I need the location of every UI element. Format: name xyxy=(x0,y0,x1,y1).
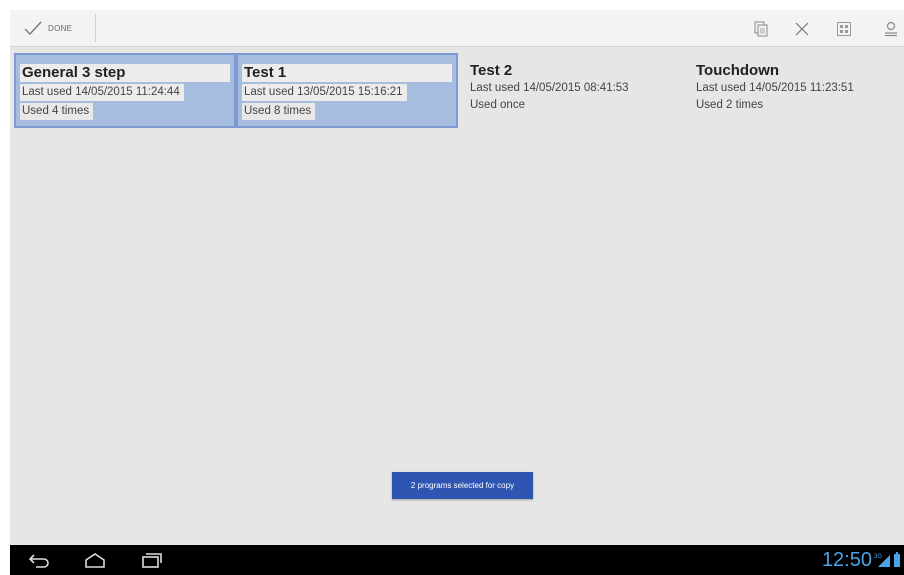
program-last-used: Last used 14/05/2015 11:24:44 xyxy=(20,84,184,101)
program-tile[interactable]: Test 1 Last used 13/05/2015 15:16:21 Use… xyxy=(236,53,458,128)
program-last-used: Last used 13/05/2015 15:16:21 xyxy=(242,84,407,101)
status-clock: 12:50 xyxy=(821,549,872,571)
program-name: Test 1 xyxy=(242,64,452,82)
app-screen: DONE General 3 step Last used 14/05/2015… xyxy=(10,10,904,575)
user-button[interactable] xyxy=(882,20,900,38)
select-all-button[interactable] xyxy=(835,20,853,38)
back-icon xyxy=(28,554,49,568)
home-icon xyxy=(85,553,105,568)
checkmark-icon xyxy=(24,21,42,35)
cancel-button[interactable] xyxy=(793,20,811,38)
done-label: DONE xyxy=(48,23,73,33)
program-usage: Used once xyxy=(470,99,525,111)
signal-battery-icon: 3G xyxy=(874,552,900,567)
recent-apps-icon xyxy=(142,553,162,568)
copy-button[interactable] xyxy=(752,20,770,38)
program-name: General 3 step xyxy=(20,64,230,82)
program-grid: General 3 step Last used 14/05/2015 11:2… xyxy=(14,53,904,129)
done-button[interactable]: DONE xyxy=(14,14,96,42)
program-tile[interactable]: Touchdown Last used 14/05/2015 11:23:51 … xyxy=(690,53,904,128)
network-type-label: 3G xyxy=(874,554,882,560)
program-last-used: Last used 14/05/2015 11:23:51 xyxy=(696,82,854,94)
program-tile[interactable]: General 3 step Last used 14/05/2015 11:2… xyxy=(14,53,236,128)
program-usage: Used 8 times xyxy=(242,103,316,120)
selection-toast: 2 programs selected for copy xyxy=(392,472,533,499)
copy-icon xyxy=(754,21,768,37)
program-usage: Used 4 times xyxy=(20,103,94,120)
close-icon xyxy=(795,22,809,36)
program-name: Test 2 xyxy=(470,62,513,79)
user-icon xyxy=(885,21,897,37)
home-button[interactable] xyxy=(80,549,110,571)
recent-apps-button[interactable] xyxy=(137,549,167,571)
program-tile[interactable]: Test 2 Last used 14/05/2015 08:41:53 Use… xyxy=(464,53,686,128)
program-last-used: Last used 14/05/2015 08:41:53 xyxy=(470,82,629,94)
program-name: Touchdown xyxy=(696,62,780,79)
grid-select-icon xyxy=(837,22,851,36)
program-usage: Used 2 times xyxy=(696,99,764,111)
system-nav-bar: 12:50 3G xyxy=(10,545,904,575)
back-button[interactable] xyxy=(24,549,54,571)
contextual-action-bar: DONE xyxy=(10,10,904,47)
